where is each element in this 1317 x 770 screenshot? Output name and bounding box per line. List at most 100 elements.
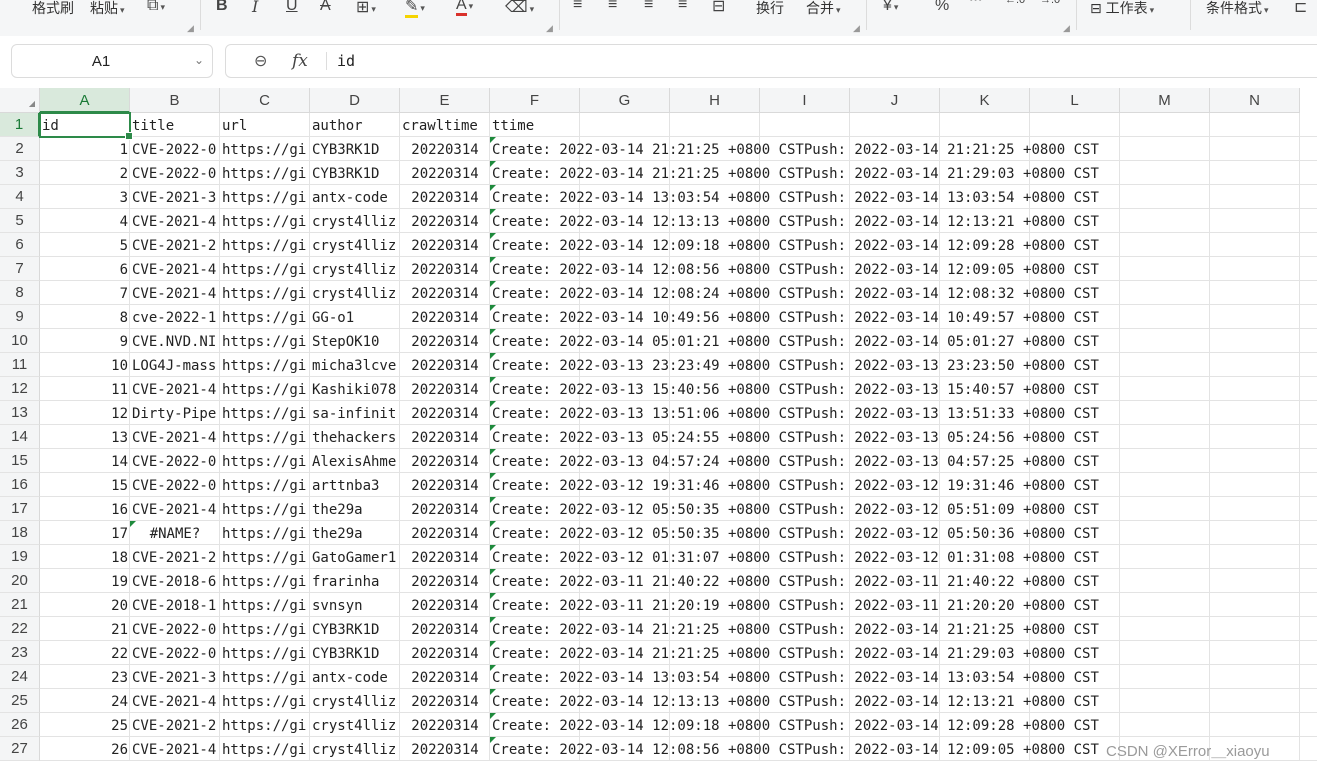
bold-button[interactable]: B xyxy=(216,0,228,15)
eraser-icon[interactable]: ⌫ ▾ xyxy=(505,0,534,17)
cell-b[interactable]: CVE-2021-4 xyxy=(130,425,220,449)
row-header[interactable]: 1 xyxy=(0,113,40,137)
cell-d[interactable]: CYB3RK1D xyxy=(310,617,400,641)
cell-c[interactable]: https://gi xyxy=(220,305,310,329)
cell-e[interactable]: 20220314 xyxy=(400,401,490,425)
cell-e[interactable]: 20220314 xyxy=(400,305,490,329)
cell-b[interactable]: LOG4J-mass xyxy=(130,353,220,377)
cell-b[interactable]: CVE-2018-1 xyxy=(130,593,220,617)
strikethrough-button[interactable]: A xyxy=(320,0,331,15)
cell-c[interactable]: https://gi xyxy=(220,185,310,209)
row-header[interactable]: 10 xyxy=(0,329,40,353)
cell-f[interactable]: ttime xyxy=(490,113,1317,137)
row-header[interactable]: 22 xyxy=(0,617,40,641)
cell-c[interactable]: https://gi xyxy=(220,497,310,521)
cell-d[interactable]: arttnba3 xyxy=(310,473,400,497)
cell-b[interactable]: title xyxy=(130,113,220,137)
cell-a[interactable]: 10 xyxy=(40,353,130,377)
cell-f[interactable]: Create: 2022-03-14 10:49:56 +0800 CSTPus… xyxy=(490,305,1317,329)
cell-a[interactable]: 23 xyxy=(40,665,130,689)
cell-b[interactable]: CVE-2021-2 xyxy=(130,545,220,569)
cell-f[interactable]: Create: 2022-03-12 01:31:07 +0800 CSTPus… xyxy=(490,545,1317,569)
cell-c[interactable]: https://gi xyxy=(220,593,310,617)
cell-b[interactable]: CVE-2022-0 xyxy=(130,449,220,473)
cell-b[interactable]: CVE-2022-0 xyxy=(130,641,220,665)
cell-a[interactable]: 8 xyxy=(40,305,130,329)
cell-b[interactable]: CVE-2021-4 xyxy=(130,737,220,761)
column-header-h[interactable]: H xyxy=(670,88,760,113)
cell-f[interactable]: Create: 2022-03-14 13:03:54 +0800 CSTPus… xyxy=(490,185,1317,209)
row-header[interactable]: 19 xyxy=(0,545,40,569)
cell-a[interactable]: 4 xyxy=(40,209,130,233)
font-color-icon[interactable]: A ▾ xyxy=(456,0,473,16)
cell-a[interactable]: 26 xyxy=(40,737,130,761)
cell-a[interactable]: 18 xyxy=(40,545,130,569)
cell-d[interactable]: StepOK10 xyxy=(310,329,400,353)
row-header[interactable]: 25 xyxy=(0,689,40,713)
cell-c[interactable]: https://gi xyxy=(220,425,310,449)
cell-b[interactable]: CVE-2021-2 xyxy=(130,233,220,257)
cell-b[interactable]: CVE-2021-4 xyxy=(130,209,220,233)
row-header[interactable]: 5 xyxy=(0,209,40,233)
cell-a[interactable]: 22 xyxy=(40,641,130,665)
cell-f[interactable]: Create: 2022-03-14 21:21:25 +0800 CSTPus… xyxy=(490,641,1317,665)
cell-b[interactable]: CVE-2021-4 xyxy=(130,497,220,521)
cell-b[interactable]: Dirty-Pipe xyxy=(130,401,220,425)
column-header-n[interactable]: N xyxy=(1210,88,1300,113)
cell-a[interactable]: 13 xyxy=(40,425,130,449)
cell-d[interactable]: GatoGamer1 xyxy=(310,545,400,569)
cell-b[interactable]: CVE-2021-4 xyxy=(130,281,220,305)
cell-f[interactable]: Create: 2022-03-13 13:51:06 +0800 CSTPus… xyxy=(490,401,1317,425)
cell-b[interactable]: CVE-2021-3 xyxy=(130,665,220,689)
cell-a[interactable]: 17 xyxy=(40,521,130,545)
row-header[interactable]: 3 xyxy=(0,161,40,185)
decrease-decimal-icon[interactable]: →.0 xyxy=(1040,0,1060,6)
cell-c[interactable]: https://gi xyxy=(220,737,310,761)
zoom-icon[interactable]: ⊖ xyxy=(254,51,267,71)
row-header[interactable]: 4 xyxy=(0,185,40,209)
cell-e[interactable]: 20220314 xyxy=(400,665,490,689)
cell-a[interactable]: 16 xyxy=(40,497,130,521)
row-header[interactable]: 13 xyxy=(0,401,40,425)
cell-c[interactable]: https://gi xyxy=(220,713,310,737)
cell-a[interactable]: 24 xyxy=(40,689,130,713)
cell-f[interactable]: Create: 2022-03-14 21:21:25 +0800 CSTPus… xyxy=(490,617,1317,641)
cell-c[interactable]: url xyxy=(220,113,310,137)
cell-a[interactable]: 21 xyxy=(40,617,130,641)
justify-icon[interactable]: ≡ xyxy=(678,0,687,14)
select-all-corner[interactable]: ◢ xyxy=(0,88,40,113)
cell-f[interactable]: Create: 2022-03-14 21:21:25 +0800 CSTPus… xyxy=(490,137,1317,161)
cell-c[interactable]: https://gi xyxy=(220,617,310,641)
cell-b[interactable]: CVE-2021-2 xyxy=(130,713,220,737)
cell-e[interactable]: 20220314 xyxy=(400,617,490,641)
cell-e[interactable]: 20220314 xyxy=(400,377,490,401)
cell-f[interactable]: Create: 2022-03-14 12:09:18 +0800 CSTPus… xyxy=(490,233,1317,257)
cell-f[interactable]: Create: 2022-03-13 15:40:56 +0800 CSTPus… xyxy=(490,377,1317,401)
cell-d[interactable]: cryst4lliz xyxy=(310,689,400,713)
row-header[interactable]: 24 xyxy=(0,665,40,689)
table-style-icon[interactable]: ⊏ xyxy=(1294,0,1307,17)
row-header[interactable]: 2 xyxy=(0,137,40,161)
cell-b[interactable]: cve-2022-1 xyxy=(130,305,220,329)
cell-d[interactable]: the29a xyxy=(310,497,400,521)
cell-c[interactable]: https://gi xyxy=(220,641,310,665)
italic-button[interactable]: I xyxy=(252,0,258,16)
cell-c[interactable]: https://gi xyxy=(220,665,310,689)
cell-a[interactable]: 1 xyxy=(40,137,130,161)
cell-c[interactable]: https://gi xyxy=(220,257,310,281)
cell-d[interactable]: antx-code xyxy=(310,185,400,209)
dialog-launcher-icon[interactable]: ◢ xyxy=(187,23,194,34)
cell-c[interactable]: https://gi xyxy=(220,353,310,377)
cell-e[interactable]: 20220314 xyxy=(400,329,490,353)
row-header[interactable]: 20 xyxy=(0,569,40,593)
cell-d[interactable]: cryst4lliz xyxy=(310,257,400,281)
cell-b[interactable]: CVE-2022-0 xyxy=(130,473,220,497)
cell-c[interactable]: https://gi xyxy=(220,689,310,713)
cell-c[interactable]: https://gi xyxy=(220,377,310,401)
cell-d[interactable]: thehackers xyxy=(310,425,400,449)
cell-e[interactable]: 20220314 xyxy=(400,713,490,737)
cell-f[interactable]: Create: 2022-03-14 12:13:13 +0800 CSTPus… xyxy=(490,209,1317,233)
row-header[interactable]: 6 xyxy=(0,233,40,257)
row-header[interactable]: 11 xyxy=(0,353,40,377)
conditional-format-button[interactable]: 条件格式 ▾ xyxy=(1206,0,1269,18)
